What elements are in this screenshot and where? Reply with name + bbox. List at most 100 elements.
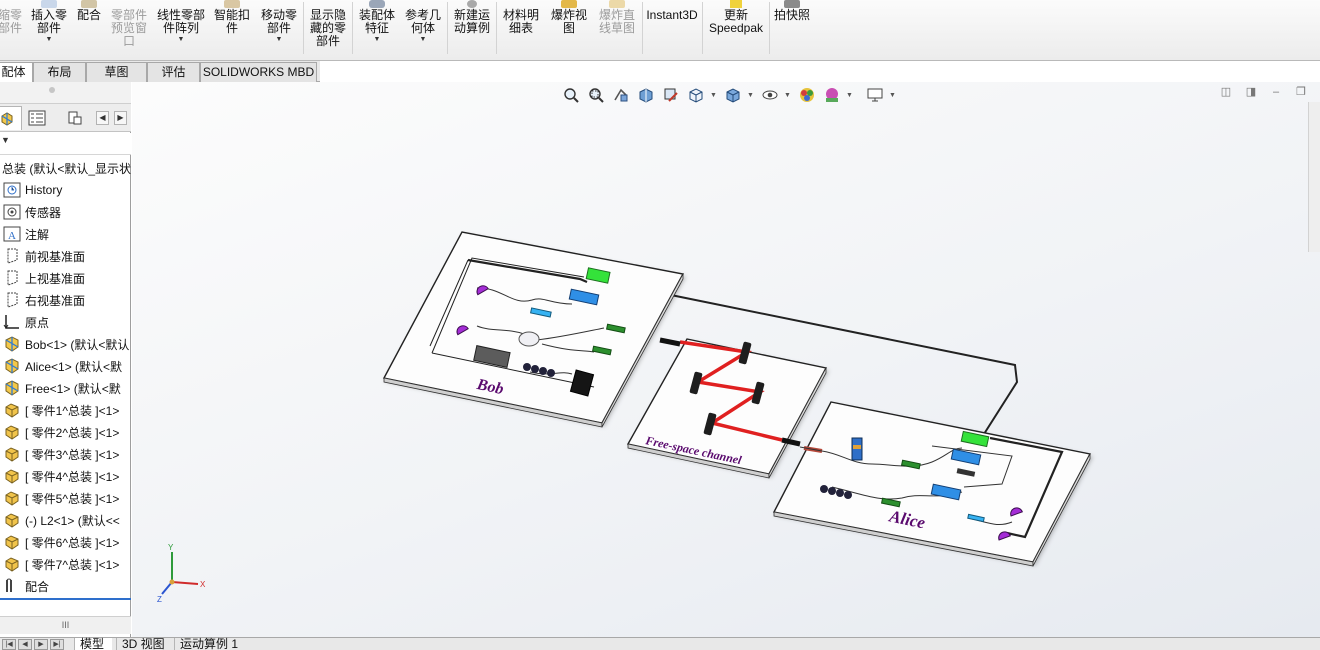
tree-item-label: 配合: [25, 579, 50, 594]
origin-icon: [3, 313, 21, 331]
first-tab-icon[interactable]: |◀: [2, 639, 16, 650]
history-icon: [3, 181, 21, 199]
tab-scroll-right-icon[interactable]: ▶: [114, 111, 127, 125]
tree-item-label: 右视基准面: [25, 293, 86, 308]
svg-text:A: A: [8, 230, 16, 242]
assembly-features-button[interactable]: 装配体 特征 ▼: [355, 0, 399, 56]
coordinate-triad: Y X Z: [157, 543, 206, 604]
tree-item[interactable]: (-) L2<1> (默认<<: [0, 509, 131, 531]
tree-item[interactable]: 原点: [0, 311, 131, 333]
tree-item[interactable]: [ 零件3^总装 ]<1>: [0, 443, 131, 465]
ribbon-separator: [496, 2, 497, 54]
component-preview-button[interactable]: 零部件 预览窗 口: [108, 0, 150, 56]
part-icon: [3, 445, 21, 463]
panel-horizontal-scrollbar[interactable]: III: [0, 616, 131, 634]
tree-item[interactable]: History: [0, 179, 131, 201]
take-snapshot-button[interactable]: 拍快照: [772, 0, 812, 56]
chevron-down-icon[interactable]: ▼: [46, 36, 53, 44]
tree-item-label: [ 零件5^总装 ]<1>: [25, 491, 120, 506]
tree-item[interactable]: 上视基准面: [0, 267, 131, 289]
part-icon: [3, 401, 21, 419]
tab-layout[interactable]: 布局: [33, 62, 86, 82]
tree-item-label: [ 零件2^总装 ]<1>: [25, 425, 120, 440]
instant3d-button[interactable]: Instant3D: [645, 0, 699, 56]
part-icon: [3, 555, 21, 573]
tab-evaluate[interactable]: 评估: [147, 62, 200, 82]
graphics-viewport[interactable]: ▼ ▼ ▼ ▼ ▼ ◫ ◨ – ❐ Bob Free-space channel…: [132, 82, 1320, 637]
chevron-down-icon[interactable]: ▼: [374, 36, 381, 44]
mate-button[interactable]: 配合: [72, 0, 106, 56]
tree-item[interactable]: [ 零件6^总装 ]<1>: [0, 531, 131, 553]
bill-of-materials-button[interactable]: 材料明 细表: [499, 0, 543, 56]
tree-item-label: [ 零件1^总装 ]<1>: [25, 403, 120, 418]
part-icon: [3, 423, 21, 441]
tab-scroll-left-icon[interactable]: ◀: [96, 111, 109, 125]
tree-item-label: [ 零件6^总装 ]<1>: [25, 535, 120, 550]
tree-item-label: 传感器: [25, 205, 62, 220]
new-motion-study-button[interactable]: 新建运 动算例: [450, 0, 494, 56]
chevron-down-icon[interactable]: ▼: [276, 36, 283, 44]
chevron-down-icon[interactable]: ▼: [420, 36, 427, 44]
free-space-channel-plate: Free-space channel: [626, 337, 828, 479]
exploded-view-button[interactable]: 爆炸视 图: [546, 0, 592, 56]
tree-item[interactable]: 前视基准面: [0, 245, 131, 267]
tree-rollback-bar[interactable]: [0, 598, 131, 600]
tree-item[interactable]: 右视基准面: [0, 289, 131, 311]
move-component-button[interactable]: 移动零 部件 ▼: [257, 0, 301, 56]
smart-fasteners-button[interactable]: 智能扣 件: [211, 0, 253, 56]
next-tab-icon[interactable]: ▶: [34, 639, 48, 650]
ribbon-item-0[interactable]: 缩零 部件: [0, 0, 24, 56]
linear-pattern-button[interactable]: 线性零部 件阵列 ▼: [152, 0, 210, 56]
ribbon-separator: [702, 2, 703, 54]
last-tab-icon[interactable]: ▶|: [50, 639, 64, 650]
mates-icon: [3, 577, 21, 595]
tree-item-label: Alice<1> (默认<默: [25, 359, 123, 374]
tab-solidworks-mbd[interactable]: SOLIDWORKS MBD: [200, 62, 317, 82]
command-tab-bar: 配体 布局 草图 评估 SOLIDWORKS MBD: [0, 61, 320, 83]
tree-item[interactable]: [ 零件7^总装 ]<1>: [0, 553, 131, 575]
explode-line-sketch-button[interactable]: 爆炸直 线草图: [594, 0, 640, 56]
triad-z-label: Z: [157, 595, 162, 604]
tree-filter-row[interactable]: ▼: [0, 133, 131, 155]
tab-motion-study-1[interactable]: 运动算例 1: [174, 638, 252, 650]
tree-item[interactable]: 传感器: [0, 201, 131, 223]
prev-tab-icon[interactable]: ◀: [18, 639, 32, 650]
feature-manager-tab-icon[interactable]: [0, 106, 22, 130]
tree-item[interactable]: [ 零件5^总装 ]<1>: [0, 487, 131, 509]
tree-item[interactable]: Free<1> (默认<默: [0, 377, 131, 399]
assembly-model-scene[interactable]: Bob Free-space channel Alice Y X Z: [132, 82, 1320, 637]
detector-stack-icon: [851, 437, 863, 461]
ribbon-separator: [642, 2, 643, 54]
tab-sketch[interactable]: 草图: [86, 62, 147, 82]
command-manager-ribbon: 缩零 部件 插入零 部件 ▼ 配合 零部件 预览窗 口 线性零部 件阵列 ▼ 智能扣…: [0, 0, 1320, 61]
triad-y-label: Y: [168, 543, 174, 552]
chevron-down-icon[interactable]: ▼: [178, 36, 185, 44]
configuration-manager-tab-icon[interactable]: [60, 106, 90, 130]
update-speedpak-button[interactable]: 更新 Speedpak: [705, 0, 767, 56]
tree-item-label: 前视基准面: [25, 249, 86, 264]
tree-item[interactable]: Bob<1> (默认<默认: [0, 333, 131, 355]
tree-item-label: [ 零件7^总装 ]<1>: [25, 557, 120, 572]
tree-item[interactable]: A 注解: [0, 223, 131, 245]
tree-item[interactable]: [ 零件1^总装 ]<1>: [0, 399, 131, 421]
property-manager-tab-icon[interactable]: [22, 106, 52, 130]
part-icon: [3, 467, 21, 485]
annotation-icon: A: [3, 225, 21, 243]
tree-root-assembly[interactable]: 总装 (默认<默认_显示状: [0, 157, 131, 179]
tab-assembly[interactable]: 配体: [0, 62, 33, 83]
tree-item[interactable]: Alice<1> (默认<默: [0, 355, 131, 377]
tree-item[interactable]: [ 零件4^总装 ]<1>: [0, 465, 131, 487]
tree-item-label: 上视基准面: [25, 271, 86, 286]
panel-grip-handle[interactable]: [0, 82, 131, 104]
insert-component-button[interactable]: 插入零 部件 ▼: [28, 0, 70, 56]
show-hidden-components-button[interactable]: 显示隐 藏的零 部件: [306, 0, 350, 56]
alice-plate: Alice: [772, 401, 1092, 567]
tree-item[interactable]: [ 零件2^总装 ]<1>: [0, 421, 131, 443]
filter-dropdown-icon[interactable]: ▼: [1, 135, 10, 145]
tab-model[interactable]: 模型: [74, 638, 112, 650]
tree-item[interactable]: 配合: [0, 575, 131, 597]
triad-x-label: X: [200, 580, 206, 589]
tab-3d-views[interactable]: 3D 视图: [116, 638, 170, 650]
reference-geometry-button[interactable]: 参考几 何体 ▼: [401, 0, 445, 56]
sensor-icon: [3, 203, 21, 221]
